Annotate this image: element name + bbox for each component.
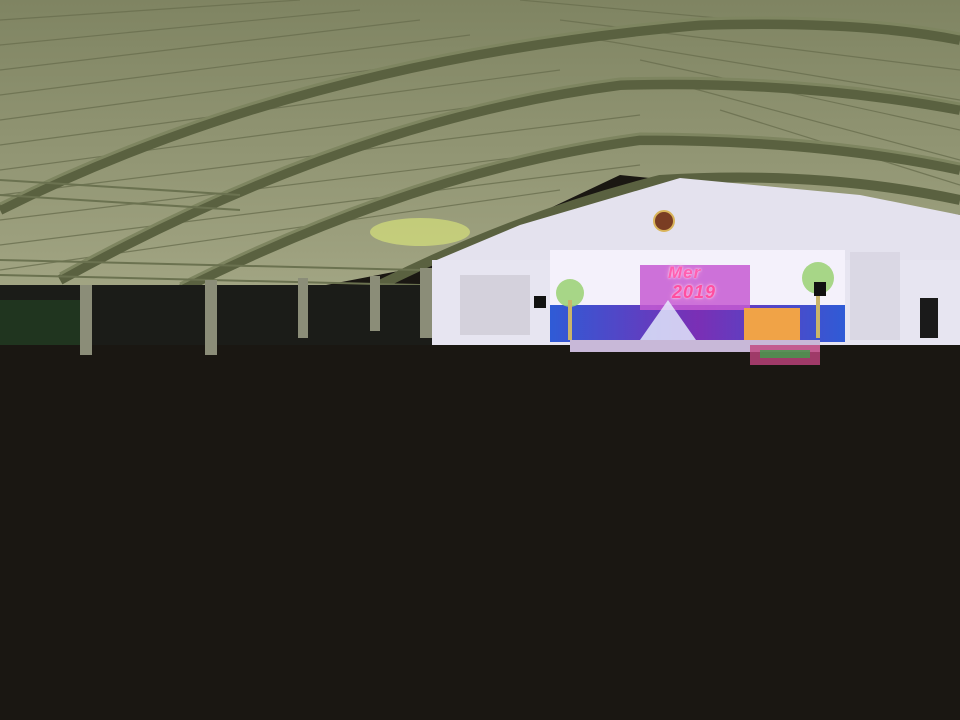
- seal-emblem: [653, 210, 675, 232]
- curtain-left: [460, 275, 530, 335]
- curtain-right: [850, 252, 900, 340]
- outside-trees: [0, 300, 80, 345]
- stage-banner-year: 2019: [672, 282, 717, 302]
- speaker-right: [814, 282, 826, 296]
- speaker-left: [534, 296, 546, 308]
- gymnasium-scene: [0, 0, 960, 365]
- speaker-tower: [920, 298, 938, 338]
- stage-backdrop: [550, 305, 845, 342]
- stage-booth: [744, 308, 800, 342]
- stage-banner-line1: Mer: [668, 263, 702, 282]
- ceiling-light: [370, 218, 470, 246]
